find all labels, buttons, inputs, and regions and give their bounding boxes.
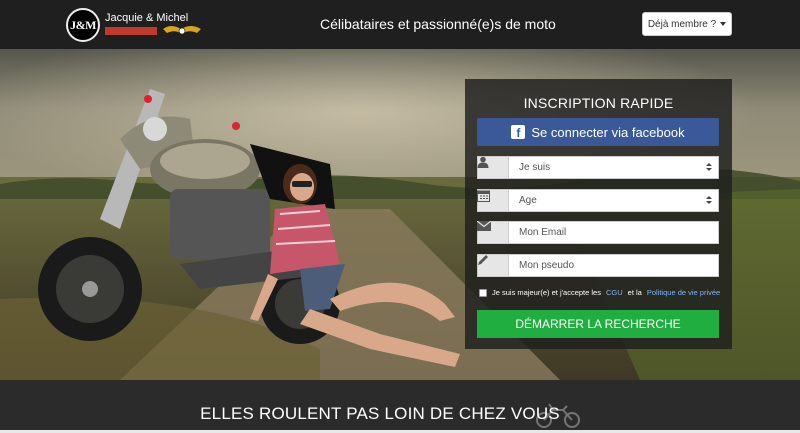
facebook-login-label: Se connecter via facebook [531, 124, 685, 140]
nearby-section-title: ELLES ROULENT PAS LOIN DE CHEZ VOUS [200, 404, 560, 423]
calendar-icon [477, 189, 508, 212]
logo-badge: J&M [66, 8, 100, 42]
pseudo-placeholder: Mon pseudo [519, 260, 575, 271]
registration-title: INSCRIPTION RAPIDE [523, 95, 674, 111]
facebook-login-button[interactable]: f Se connecter via facebook [477, 118, 719, 146]
logo-wordmark: Jacquie & Michel [105, 10, 205, 40]
registration-panel: INSCRIPTION RAPIDE f Se connecter via fa… [465, 79, 732, 349]
select-arrows-icon [706, 163, 712, 173]
facebook-icon: f [511, 125, 526, 139]
member-login-label: Déjà membre ? [647, 18, 717, 30]
age-select-value: Age [519, 195, 537, 206]
pseudo-field[interactable]: Mon pseudo [508, 254, 719, 277]
logo-wings-icon [163, 26, 201, 35]
email-field[interactable]: Mon Email [508, 221, 719, 244]
consent-prefix: Je suis majeur(e) et j'accepte les [492, 288, 601, 297]
nearby-section: ELLES ROULENT PAS LOIN DE CHEZ VOUS [0, 380, 800, 433]
email-placeholder: Mon Email [519, 227, 567, 238]
site-tagline: Célibataires et passionné(e)s de moto [320, 16, 556, 32]
user-icon [477, 156, 508, 179]
pencil-icon [477, 254, 508, 277]
age-row: Age [477, 189, 719, 212]
gender-row: Je suis [477, 156, 719, 179]
cgu-link[interactable]: CGU [606, 288, 623, 297]
envelope-icon [477, 221, 508, 244]
consent-checkbox[interactable] [479, 288, 487, 297]
start-search-button[interactable]: DÉMARRER LA RECHERCHE [477, 310, 719, 338]
age-select[interactable]: Age [508, 189, 719, 212]
pseudo-row: Mon pseudo [477, 254, 719, 277]
member-login-button[interactable]: Déjà membre ? [642, 12, 732, 36]
site-header: J&M Jacquie & Michel Célibataires et pas… [0, 0, 800, 49]
caret-down-icon [720, 22, 727, 26]
hero-banner: INSCRIPTION RAPIDE f Se connecter via fa… [0, 49, 800, 380]
privacy-policy-link[interactable]: Politique de vie privée [647, 288, 720, 297]
consent-middle: et la [627, 288, 642, 297]
email-row: Mon Email [477, 221, 719, 244]
gender-select-value: Je suis [519, 162, 551, 173]
motorcycle-icon [536, 403, 580, 428]
logo-red-bar [105, 27, 157, 35]
select-arrows-icon [706, 196, 712, 206]
consent-row: Je suis majeur(e) et j'accepte les CGU e… [479, 288, 725, 297]
gender-select[interactable]: Je suis [508, 156, 719, 179]
brand-logo[interactable]: J&M Jacquie & Michel [66, 8, 205, 42]
